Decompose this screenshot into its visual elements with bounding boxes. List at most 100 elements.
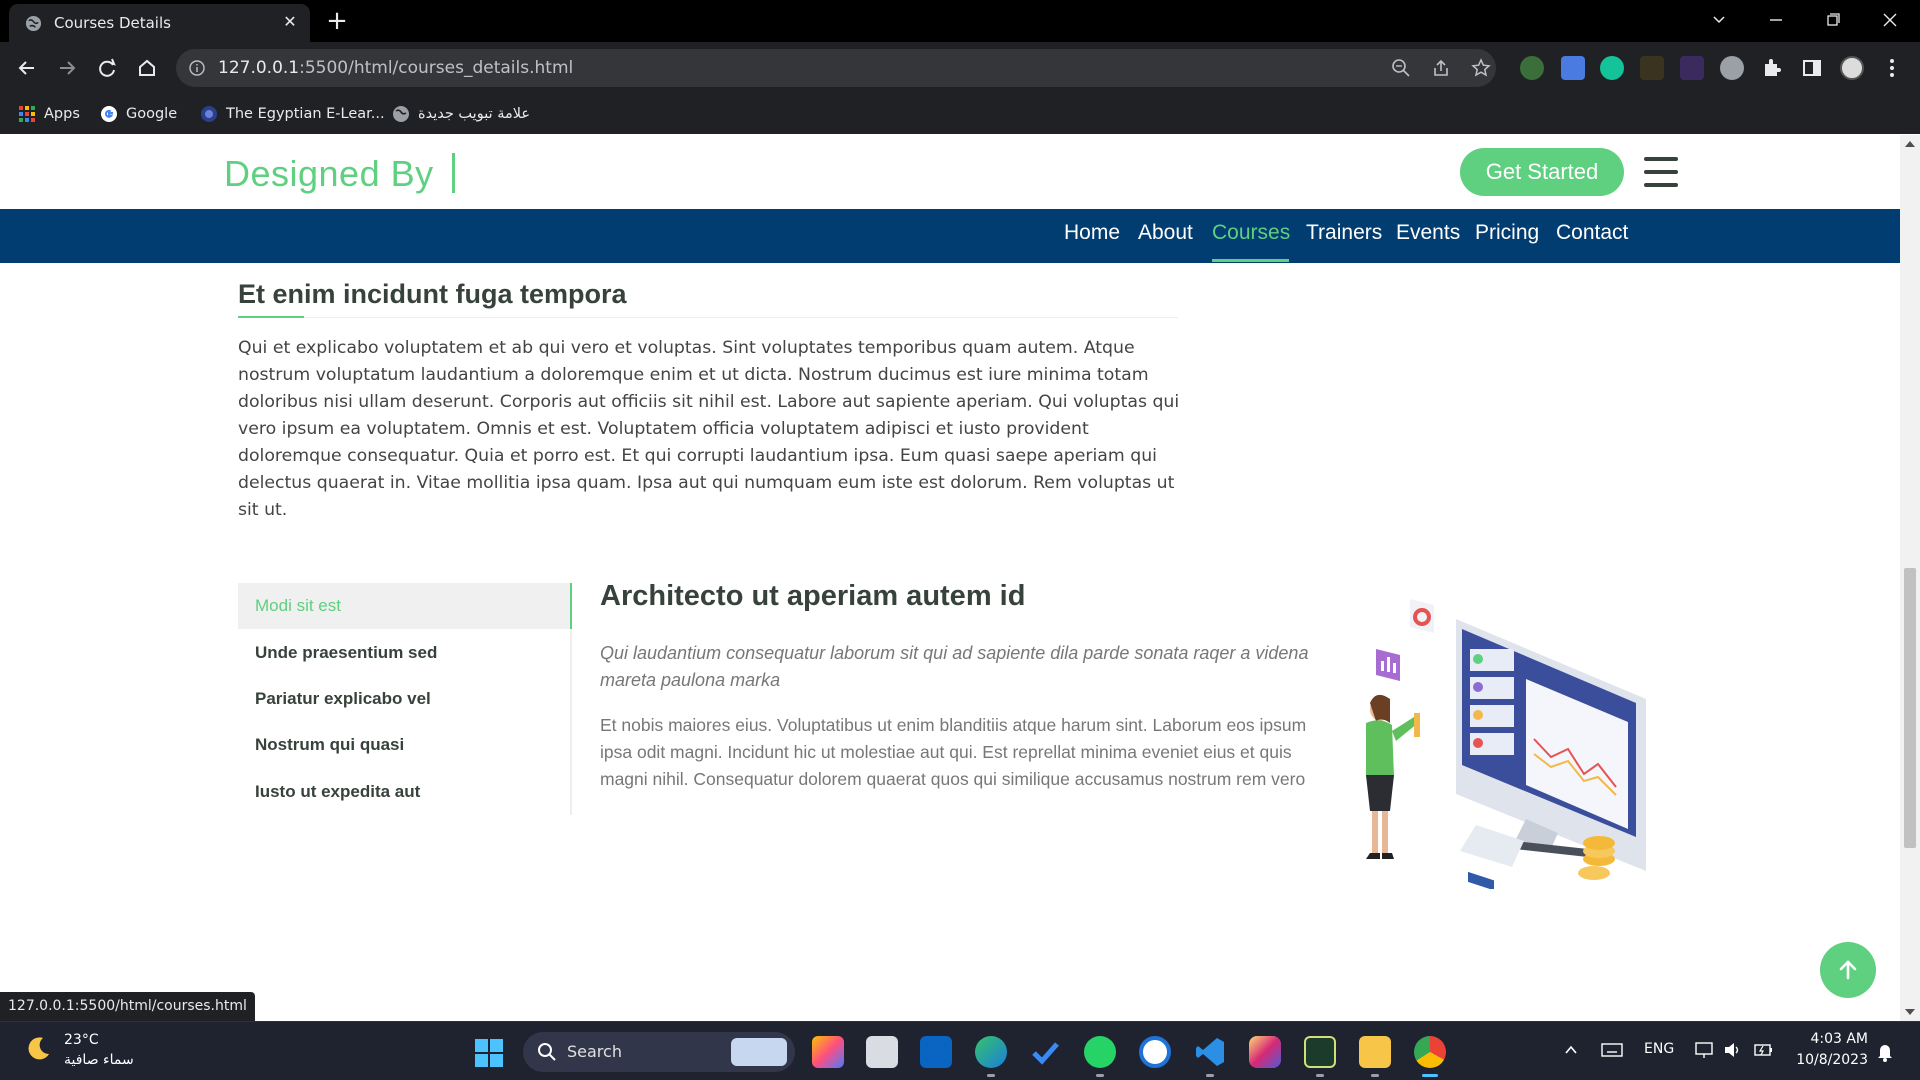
browser-toolbar: 127.0.0.1:5500/html/courses_details.html (0, 42, 1920, 94)
new-tab-button[interactable]: + (323, 8, 351, 36)
back-icon[interactable] (12, 53, 42, 83)
sidepanel-icon[interactable] (1800, 56, 1824, 80)
bookmark-google[interactable]: Google (100, 102, 177, 126)
nav-about[interactable]: About (1138, 221, 1193, 245)
hamburger-menu-icon[interactable] (1644, 157, 1678, 187)
google-icon (101, 106, 117, 122)
bookmark-label: The Egyptian E-Lear... (226, 106, 385, 122)
menu-dots-icon[interactable] (1880, 56, 1904, 80)
app-icon[interactable] (1304, 1036, 1336, 1068)
main-navbar: Home About Courses Trainers Events Prici… (0, 209, 1900, 263)
arrow-up-icon (1839, 960, 1857, 980)
battery-icon[interactable] (1752, 1040, 1774, 1060)
reload-icon[interactable] (92, 53, 122, 83)
active-nav-underline (1212, 259, 1289, 262)
nav-events[interactable]: Events (1396, 221, 1460, 245)
clock-time[interactable]: 4:03 AM (1806, 1031, 1868, 1047)
moon-icon[interactable] (25, 1034, 53, 1062)
chevron-up-icon[interactable] (1563, 1042, 1579, 1058)
scroll-down-icon[interactable] (1905, 1009, 1915, 1015)
page-scrollbar[interactable] (1900, 135, 1920, 1021)
running-indicator (987, 1074, 995, 1077)
analytics-illustration (1366, 599, 1646, 889)
typing-cursor (452, 153, 455, 193)
page-viewport: Designed By Get Started Home About Cours… (0, 135, 1900, 1021)
volume-icon[interactable] (1722, 1040, 1742, 1060)
tab-search-icon[interactable] (1704, 6, 1734, 34)
bookmark-new-tab[interactable]: علامة تبويب جديدة (392, 102, 530, 126)
site-header: Designed By Get Started (0, 135, 1900, 209)
task-view-icon[interactable] (866, 1036, 898, 1068)
back-to-top-button[interactable] (1820, 942, 1876, 998)
running-indicator (1371, 1074, 1379, 1077)
extension-icon-4[interactable] (1640, 56, 1664, 80)
home-icon[interactable] (132, 53, 162, 83)
nav-trainers[interactable]: Trainers (1306, 221, 1382, 245)
tab-modi-sit-est[interactable]: Modi sit est (238, 583, 572, 629)
keyboard-icon[interactable] (1601, 1041, 1623, 1059)
section-body-text: Qui et explicabo voluptatem et ab qui ve… (238, 338, 1180, 520)
close-window-icon[interactable] (1875, 6, 1905, 34)
site-logo[interactable]: Designed By (224, 153, 434, 195)
bookmark-star-icon[interactable] (1471, 58, 1491, 78)
windows-start-icon[interactable] (474, 1038, 504, 1068)
forward-icon[interactable] (52, 53, 82, 83)
sync-app-icon[interactable] (1139, 1036, 1171, 1068)
bookmarks-bar: Apps Google The Egyptian E-Lear... علامة… (0, 94, 1920, 134)
tab-iusto-ut-expedita-aut[interactable]: Iusto ut expedita aut (238, 769, 572, 815)
bookmark-apps[interactable]: Apps (18, 102, 80, 126)
tab-pariatur-explicabo-vel[interactable]: Pariatur explicabo vel (238, 676, 572, 722)
nav-pricing[interactable]: Pricing (1475, 221, 1539, 245)
weather-temperature[interactable]: 23°C (64, 1032, 99, 1048)
get-started-button[interactable]: Get Started (1460, 148, 1624, 196)
input-language[interactable]: ENG (1644, 1041, 1674, 1057)
close-tab-icon[interactable]: ✕ (280, 12, 300, 32)
heading-divider (238, 317, 1178, 318)
bookmark-egyptian-elearning[interactable]: The Egyptian E-Lear... (200, 102, 385, 126)
outlook-icon[interactable] (920, 1036, 952, 1068)
nav-courses[interactable]: Courses (1212, 221, 1290, 245)
instagram-icon[interactable] (1249, 1036, 1281, 1068)
edge-icon[interactable] (975, 1036, 1007, 1068)
puzzle-icon[interactable] (1760, 56, 1784, 80)
whatsapp-icon[interactable] (1084, 1036, 1116, 1068)
url-text: 127.0.0.1:5500/html/courses_details.html (218, 58, 574, 78)
tab-detail-title: Architecto ut aperiam autem id (600, 580, 1026, 612)
profile-avatar[interactable] (1840, 56, 1864, 80)
share-icon[interactable] (1431, 58, 1451, 78)
copilot-icon[interactable] (812, 1036, 844, 1068)
nav-home[interactable]: Home (1064, 221, 1120, 245)
network-icon[interactable] (1694, 1040, 1716, 1060)
info-icon[interactable] (189, 60, 205, 76)
search-icon (538, 1043, 556, 1061)
clock-date[interactable]: 10/8/2023 (1792, 1052, 1868, 1068)
browser-tab[interactable]: Courses Details ✕ (9, 4, 310, 42)
active-indicator (1422, 1074, 1438, 1077)
notification-bell-icon[interactable] (1876, 1042, 1894, 1062)
elearning-icon (201, 106, 217, 122)
restore-icon[interactable] (1818, 6, 1848, 34)
zoom-icon[interactable] (1391, 58, 1411, 78)
search-label: Search (567, 1042, 622, 1061)
vscode-icon[interactable] (1194, 1036, 1226, 1068)
taskbar-search[interactable]: Search (523, 1032, 795, 1072)
address-bar[interactable]: 127.0.0.1:5500/html/courses_details.html (176, 49, 1496, 87)
weather-condition[interactable]: سماء صافية (64, 1052, 134, 1068)
scroll-up-icon[interactable] (1905, 141, 1915, 147)
file-explorer-icon[interactable] (1359, 1036, 1391, 1068)
tab-nostrum-qui-quasi[interactable]: Nostrum qui quasi (238, 722, 572, 768)
scrollbar-thumb[interactable] (1904, 568, 1916, 848)
todo-check-icon[interactable] (1029, 1036, 1061, 1068)
minimize-icon[interactable] (1761, 6, 1791, 34)
extension-icon-5[interactable] (1680, 56, 1704, 80)
tab-unde-praesentium-sed[interactable]: Unde praesentium sed (238, 630, 572, 676)
translate-icon[interactable] (1561, 56, 1585, 80)
grammarly-icon[interactable] (1600, 56, 1624, 80)
globe-extension-icon[interactable] (1720, 56, 1744, 80)
extension-icon-1[interactable] (1520, 56, 1544, 80)
link-status-bubble: 127.0.0.1:5500/html/courses.html (0, 992, 255, 1021)
apps-grid-icon (19, 106, 35, 122)
chrome-icon[interactable] (1414, 1036, 1446, 1068)
running-indicator (1316, 1074, 1324, 1077)
nav-contact[interactable]: Contact (1556, 221, 1628, 245)
